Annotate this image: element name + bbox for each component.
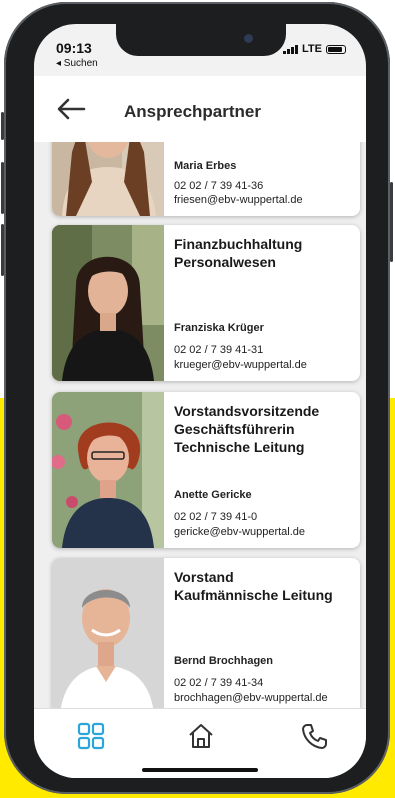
contact-info: Maria Erbes 02 02 / 7 39 41-36 friesen@e… xyxy=(174,142,354,216)
contact-info: Vorstand Kaufmännische Leitung Bernd Bro… xyxy=(174,558,354,708)
signal-icon xyxy=(283,44,299,54)
contact-email[interactable]: brochhagen@ebv-wuppertal.de xyxy=(174,692,328,704)
power-button xyxy=(390,182,393,262)
tab-home[interactable] xyxy=(186,721,216,751)
contact-role-line: Vorstandsvorsitzende xyxy=(174,403,320,419)
contact-role: Vorstand Kaufmännische Leitung xyxy=(174,568,333,604)
contact-name: Anette Gericke xyxy=(174,489,252,501)
contact-phone[interactable]: 02 02 / 7 39 41-31 xyxy=(174,344,263,356)
grid-icon xyxy=(77,722,105,750)
contact-info: Finanzbuchhaltung Personalwesen Franzisk… xyxy=(174,225,354,381)
arrow-left-icon xyxy=(57,98,86,120)
mute-switch xyxy=(1,112,4,140)
contact-card[interactable]: Vorstand Kaufmännische Leitung Bernd Bro… xyxy=(52,558,360,708)
notch xyxy=(116,24,286,56)
contact-role-line: Vorstand xyxy=(174,569,234,585)
contact-card[interactable]: Maria Erbes 02 02 / 7 39 41-36 friesen@e… xyxy=(52,142,360,216)
phone-frame: 09:13 ◂ Suchen LTE Ansprechpartner Maria… xyxy=(1,2,393,794)
contact-photo xyxy=(52,142,164,216)
status-time: 09:13 xyxy=(56,40,92,56)
page-title: Ansprechpartner xyxy=(124,102,261,121)
battery-icon xyxy=(326,44,346,54)
tab-contacts[interactable] xyxy=(76,721,106,751)
contact-phone[interactable]: 02 02 / 7 39 41-34 xyxy=(174,677,263,689)
contact-name: Bernd Brochhagen xyxy=(174,655,274,667)
contact-role: Finanzbuchhaltung Personalwesen xyxy=(174,235,302,271)
app-header: Ansprechpartner xyxy=(34,76,366,142)
volume-down-button xyxy=(1,224,4,276)
contact-role-line: Geschäftsführerin xyxy=(174,421,295,437)
home-icon xyxy=(189,724,213,748)
contact-card[interactable]: Vorstandsvorsitzende Geschäftsführerin T… xyxy=(52,392,360,548)
contact-card[interactable]: Finanzbuchhaltung Personalwesen Franzisk… xyxy=(52,225,360,381)
contact-info: Vorstandsvorsitzende Geschäftsführerin T… xyxy=(174,392,354,548)
contact-email[interactable]: krueger@ebv-wuppertal.de xyxy=(174,359,307,371)
contact-role-line: Kaufmännische Leitung xyxy=(174,587,333,603)
contact-name: Maria Erbes xyxy=(174,160,237,172)
back-button[interactable] xyxy=(54,96,88,122)
contact-role-line: Finanzbuchhaltung xyxy=(174,236,303,252)
contact-role-line: Technische Leitung xyxy=(174,439,305,455)
phone-icon xyxy=(302,724,327,749)
contact-photo xyxy=(52,558,164,708)
volume-up-button xyxy=(1,162,4,214)
network-label: LTE xyxy=(302,43,322,55)
tab-call[interactable] xyxy=(300,721,330,751)
phone-screen: 09:13 ◂ Suchen LTE Ansprechpartner Maria… xyxy=(34,24,366,778)
contact-email[interactable]: gericke@ebv-wuppertal.de xyxy=(174,526,305,538)
contact-role-line: Personalwesen xyxy=(174,254,276,270)
contact-name: Franziska Krüger xyxy=(174,322,264,334)
back-to-app-link[interactable]: ◂ Suchen xyxy=(56,58,98,69)
contact-photo xyxy=(52,225,164,381)
contact-phone[interactable]: 02 02 / 7 39 41-0 xyxy=(174,511,257,523)
home-indicator xyxy=(142,768,258,772)
contact-role: Vorstandsvorsitzende Geschäftsführerin T… xyxy=(174,402,319,456)
contact-photo xyxy=(52,392,164,548)
contact-phone[interactable]: 02 02 / 7 39 41-36 xyxy=(174,180,263,192)
contact-list[interactable]: Maria Erbes 02 02 / 7 39 41-36 friesen@e… xyxy=(34,142,366,708)
contact-email[interactable]: friesen@ebv-wuppertal.de xyxy=(174,194,303,206)
status-indicators: LTE xyxy=(283,43,346,55)
camera-icon xyxy=(244,34,253,43)
